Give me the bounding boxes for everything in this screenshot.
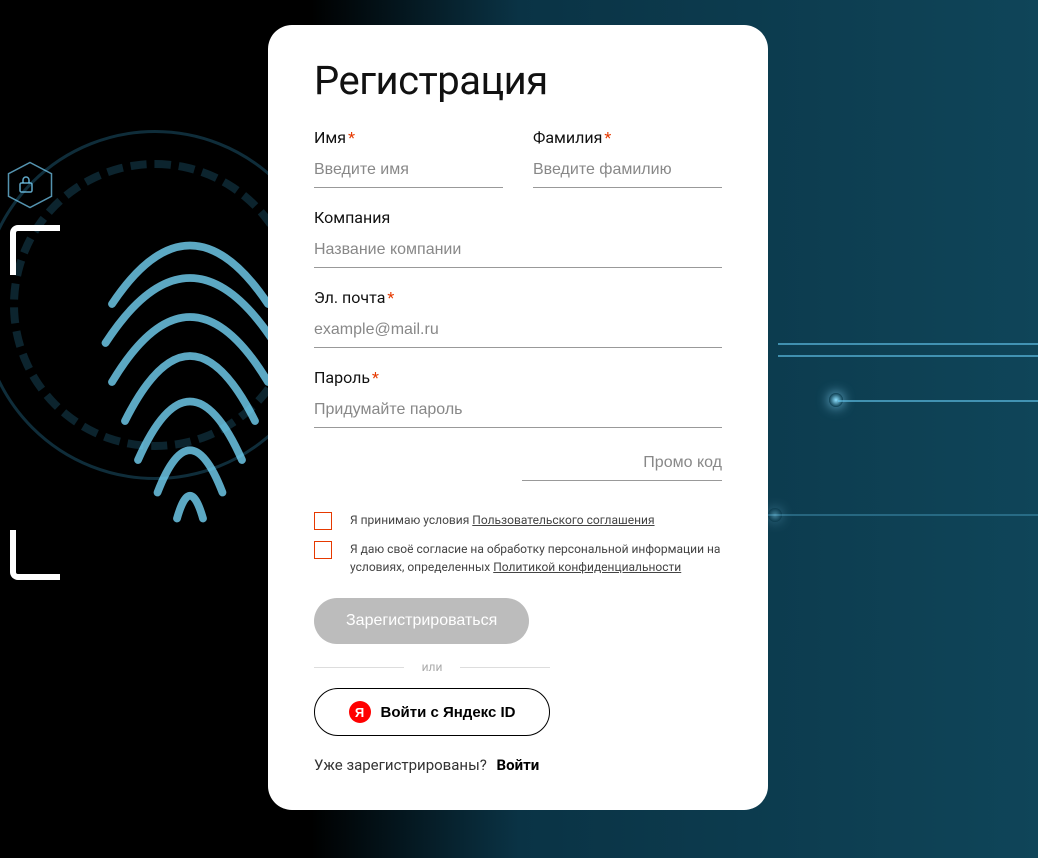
email-label: Эл. почта*	[314, 288, 722, 307]
bg-scan-bracket-bl	[10, 530, 60, 580]
promo-input[interactable]	[522, 448, 722, 481]
yandex-icon: Я	[349, 701, 371, 723]
company-label: Компания	[314, 208, 722, 227]
bg-circuit-node	[829, 393, 843, 407]
privacy-label: Я даю своё согласие на обработку персона…	[350, 540, 722, 576]
login-link[interactable]: Войти	[497, 756, 540, 774]
company-input[interactable]	[314, 235, 722, 268]
email-label-text: Эл. почта	[314, 288, 385, 307]
bg-hexagon	[5, 160, 55, 210]
last-name-field: Фамилия*	[533, 128, 722, 188]
terms-checkbox[interactable]	[314, 512, 332, 530]
divider-line-right	[460, 667, 550, 668]
last-name-label: Фамилия*	[533, 128, 722, 147]
privacy-link[interactable]: Политикой конфиденциальности	[493, 560, 681, 574]
email-field: Эл. почта*	[314, 288, 722, 348]
bg-scan-bracket-tl	[10, 225, 60, 275]
register-button[interactable]: Зарегистрироваться	[314, 598, 529, 644]
login-prompt-text: Уже зарегистрированы?	[314, 756, 487, 774]
bg-circuit-line	[778, 355, 1038, 357]
divider-text: или	[422, 660, 443, 674]
first-name-input[interactable]	[314, 155, 503, 188]
bg-circle-dashed	[10, 160, 300, 450]
password-input[interactable]	[314, 395, 722, 428]
privacy-consent-row: Я даю своё согласие на обработку персона…	[314, 540, 722, 576]
first-name-label: Имя*	[314, 128, 503, 147]
required-asterisk: *	[604, 128, 611, 147]
registration-card: Регистрация Имя* Фамилия* Компания Эл. п…	[268, 25, 768, 810]
bg-circuit-line	[768, 514, 1038, 516]
company-field: Компания	[314, 208, 722, 268]
password-label: Пароль*	[314, 368, 722, 387]
divider-line-left	[314, 667, 404, 668]
promo-field	[314, 448, 722, 481]
first-name-label-text: Имя	[314, 128, 346, 147]
required-asterisk: *	[348, 128, 355, 147]
privacy-checkbox[interactable]	[314, 541, 332, 559]
password-field: Пароль*	[314, 368, 722, 428]
email-input[interactable]	[314, 315, 722, 348]
first-name-field: Имя*	[314, 128, 503, 188]
yandex-button-label: Войти с Яндекс ID	[381, 704, 516, 721]
bg-circuit-node	[768, 508, 782, 522]
login-prompt: Уже зарегистрированы? Войти	[314, 756, 722, 774]
terms-link[interactable]: Пользовательского соглашения	[472, 513, 654, 527]
terms-prefix: Я принимаю условия	[350, 513, 472, 527]
password-label-text: Пароль	[314, 368, 370, 387]
required-asterisk: *	[387, 288, 394, 307]
bg-circuit-line	[838, 400, 1038, 402]
page-title: Регистрация	[314, 57, 722, 104]
required-asterisk: *	[372, 368, 379, 387]
bg-circuit-line	[778, 343, 1038, 345]
terms-consent-row: Я принимаю условия Пользовательского сог…	[314, 511, 722, 530]
divider: или	[314, 660, 550, 674]
terms-label: Я принимаю условия Пользовательского сог…	[350, 511, 655, 529]
yandex-login-button[interactable]: Я Войти с Яндекс ID	[314, 688, 550, 736]
last-name-input[interactable]	[533, 155, 722, 188]
last-name-label-text: Фамилия	[533, 128, 602, 147]
lock-icon	[18, 175, 34, 198]
